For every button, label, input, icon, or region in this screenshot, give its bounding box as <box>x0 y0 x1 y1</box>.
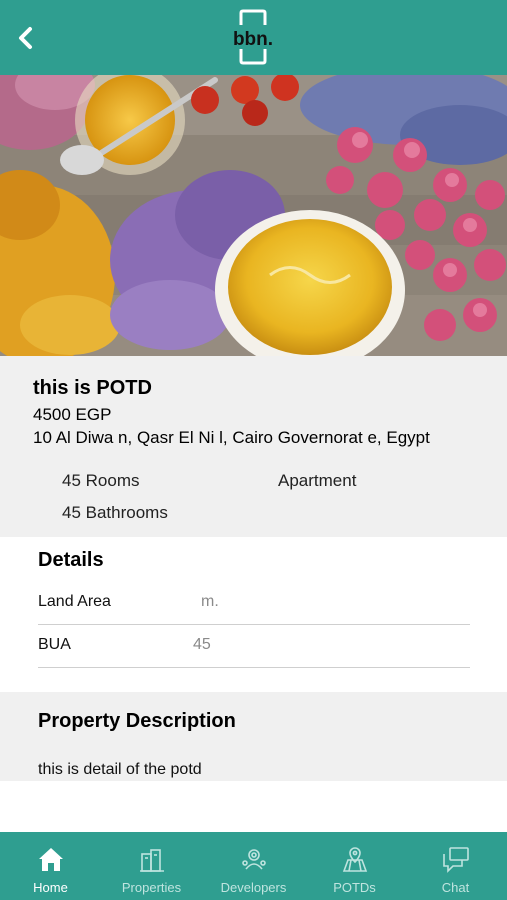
detail-label: BUA <box>38 636 71 653</box>
detail-label: Land Area <box>38 593 111 610</box>
home-icon <box>39 848 63 871</box>
property-summary: this is POTD 4500 EGP 10 Al Diwa n, Qasr… <box>0 356 507 537</box>
bottom-tab-bar: Home Properties Developers POTDs Chat <box>0 832 507 900</box>
description-text: this is detail of the potd <box>38 761 202 778</box>
map-pin-icon <box>342 847 368 872</box>
tab-label: Developers <box>220 880 287 895</box>
chevron-left-icon <box>19 27 32 49</box>
details-heading: Details <box>38 549 104 571</box>
property-photo <box>0 75 507 356</box>
tab-properties[interactable]: Properties <box>101 832 202 900</box>
chat-icon <box>443 847 469 873</box>
rooms-count: 45 Rooms <box>62 471 140 490</box>
tab-label: Home <box>33 880 68 895</box>
tab-label: Chat <box>441 880 470 895</box>
property-price: 4500 EGP <box>33 405 112 424</box>
tab-home[interactable]: Home <box>0 832 101 900</box>
tab-label: Properties <box>121 880 182 895</box>
detail-row-bua: BUA 45 <box>38 625 470 668</box>
property-type: Apartment <box>278 471 357 490</box>
bathrooms-count: 45 Bathrooms <box>62 503 168 522</box>
developers-icon <box>242 849 266 870</box>
back-button[interactable] <box>12 24 40 52</box>
tab-potds[interactable]: POTDs <box>304 832 405 900</box>
description-heading: Property Description <box>38 710 236 732</box>
description-section: Property Description this is detail of t… <box>0 692 507 781</box>
app-header: bbn. <box>0 0 507 75</box>
tab-chat[interactable]: Chat <box>405 832 506 900</box>
detail-value: 45 <box>193 636 211 653</box>
details-section: Details Land Area m. BUA 45 <box>0 537 507 692</box>
property-title: this is POTD <box>33 377 152 399</box>
detail-value: m. <box>201 593 219 610</box>
property-address: 10 Al Diwa n, Qasr El Ni l, Cairo Govern… <box>33 428 430 447</box>
detail-row-land-area: Land Area m. <box>38 582 470 625</box>
buildings-icon <box>140 849 164 872</box>
tab-developers[interactable]: Developers <box>203 832 304 900</box>
tab-label: POTDs <box>333 880 376 895</box>
logo-text: bbn. <box>232 29 274 50</box>
brand-logo: bbn. <box>227 9 279 65</box>
